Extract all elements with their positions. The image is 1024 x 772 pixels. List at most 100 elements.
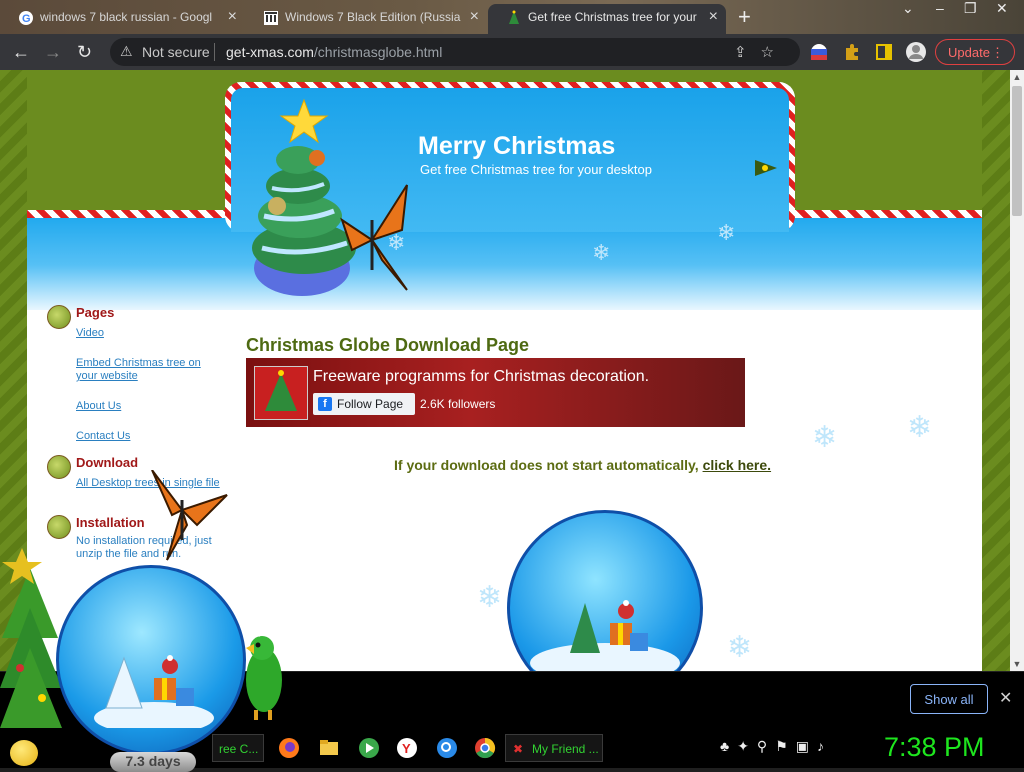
flag-pin-icon xyxy=(755,160,777,176)
profile-flag-icon[interactable] xyxy=(810,43,828,61)
close-window-icon[interactable]: ✕ xyxy=(996,0,1008,17)
restore-icon[interactable]: ❐ xyxy=(964,0,977,17)
follow-page-button[interactable]: f Follow Page xyxy=(313,393,415,415)
share-icon[interactable]: ⇪ xyxy=(734,44,761,61)
banner-subtitle: Get free Christmas tree for your desktop xyxy=(420,162,652,177)
museum-icon xyxy=(264,11,278,25)
sidebar-title-installation: Installation xyxy=(76,515,145,530)
task-label: My Friend ... xyxy=(532,742,599,756)
menu-dots-icon[interactable]: ⋮ xyxy=(991,40,1004,66)
show-all-button[interactable]: Show all xyxy=(910,684,988,714)
new-tab-button[interactable]: + xyxy=(738,4,751,30)
extensions-puzzle-icon[interactable] xyxy=(843,43,861,61)
butterfly-icon xyxy=(340,184,408,291)
click-here-link[interactable]: click here. xyxy=(703,457,772,473)
minimize-icon[interactable]: – xyxy=(936,0,944,16)
tray-flag-icon[interactable]: ⚑ xyxy=(775,738,796,754)
days-counter: 7.3 days xyxy=(110,752,196,772)
tab-title: Get free Christmas tree for your xyxy=(528,10,697,24)
christmas-globe-image xyxy=(507,510,703,671)
taskbar-task-tree[interactable]: ree C... xyxy=(212,734,264,762)
desktop-globe-gadget[interactable] xyxy=(56,565,246,755)
yandex-browser-icon[interactable]: Y xyxy=(396,737,418,759)
download-message: If your download does not start automati… xyxy=(394,457,771,473)
followers-count: 2.6K followers xyxy=(420,397,496,411)
tab-google-search[interactable]: G windows 7 black russian - Googl × xyxy=(0,4,245,34)
taskbar-clock[interactable]: 7:38 PM xyxy=(884,732,985,763)
tray-search-icon[interactable]: ⚲ xyxy=(757,738,775,754)
page-scrollbar[interactable]: ▲ ▼ xyxy=(1010,70,1024,671)
facebook-page-thumbnail[interactable] xyxy=(254,366,308,420)
snowflake-icon: ❄ xyxy=(477,581,503,614)
firefox-icon[interactable] xyxy=(278,737,300,759)
sidebar-link-embed[interactable]: Embed Christmas tree on your website xyxy=(76,357,221,383)
account-avatar-icon[interactable] xyxy=(905,41,927,63)
volume-icon[interactable]: ♪ xyxy=(817,738,832,754)
omnibox-actions: ⇪☆ xyxy=(734,43,788,61)
browser-toolbar: ← → ↻ ⚠ Not secure get-xmas.com/christma… xyxy=(0,34,1024,70)
warning-icon[interactable]: ⚠ xyxy=(120,43,133,60)
follow-page-label: Follow Page xyxy=(337,397,404,411)
scroll-thumb[interactable] xyxy=(1012,86,1022,216)
forward-icon[interactable]: → xyxy=(44,42,62,63)
divider xyxy=(214,43,215,61)
update-button[interactable]: Update ⋮ xyxy=(935,39,1015,65)
download-message-text: If your download does not start automati… xyxy=(394,457,699,473)
snowflake-icon: ❄ xyxy=(592,240,611,265)
system-tray: ♣✦⚲⚑▣♪ xyxy=(720,738,832,755)
side-panel-icon[interactable] xyxy=(875,43,893,61)
sidebar-link-contact[interactable]: Contact Us xyxy=(76,430,221,443)
google-icon: G xyxy=(19,11,33,25)
scroll-down-icon[interactable]: ▼ xyxy=(1010,657,1024,671)
file-explorer-icon[interactable] xyxy=(318,737,340,759)
snowflake-icon: ❄ xyxy=(812,421,838,454)
ornament-icon xyxy=(47,515,71,539)
parrot-gadget[interactable] xyxy=(240,630,286,720)
page-heading: Christmas Globe Download Page xyxy=(246,335,530,355)
facebook-page-title[interactable]: Freeware programms for Christmas decorat… xyxy=(313,368,649,386)
close-tab-icon[interactable]: × xyxy=(470,4,479,30)
desktop-tree-gadget[interactable] xyxy=(0,548,62,748)
ornament-icon xyxy=(47,455,71,479)
sidebar-title-download: Download xyxy=(76,455,139,470)
banner-title: Merry Christmas xyxy=(418,132,616,160)
gift-scene-icon xyxy=(570,600,648,653)
bookmark-star-icon[interactable]: ☆ xyxy=(761,44,788,61)
taskbar-task-my-friend[interactable]: ✖ My Friend ... xyxy=(505,734,603,762)
tab-christmas-tree[interactable]: Get free Christmas tree for your × xyxy=(488,4,726,34)
media-player-icon[interactable] xyxy=(358,737,380,759)
smiley-icon xyxy=(10,740,38,766)
butterfly-icon xyxy=(151,470,228,561)
ornament-icon xyxy=(47,305,71,329)
facebook-page-widget[interactable]: Freeware programms for Christmas decorat… xyxy=(246,358,745,427)
sidebar-pages: Pages Video Embed Christmas tree on your… xyxy=(47,305,237,465)
url-domain: get-xmas.com xyxy=(226,44,314,60)
svg-text:G: G xyxy=(22,13,31,25)
sidebar-link-about[interactable]: About Us xyxy=(76,400,221,413)
sidebar-link-video[interactable]: Video xyxy=(76,327,221,340)
security-label[interactable]: Not secure xyxy=(142,44,210,60)
chrome-icon[interactable] xyxy=(474,737,496,759)
tray-app-icon[interactable]: ♣ xyxy=(720,738,737,754)
network-icon[interactable]: ▣ xyxy=(796,738,817,754)
tree-thumbnail-icon xyxy=(255,367,307,419)
url-path: /christmasglobe.html xyxy=(313,44,443,60)
tray-green-icon[interactable]: ✦ xyxy=(737,738,757,754)
tree-favicon xyxy=(509,10,519,24)
address-bar[interactable]: ⚠ Not secure get-xmas.com/christmasglobe… xyxy=(110,38,800,66)
search-app-icon[interactable] xyxy=(436,737,458,759)
close-download-bar-icon[interactable]: ✕ xyxy=(999,688,1012,708)
scroll-up-icon[interactable]: ▲ xyxy=(1010,70,1024,84)
facebook-icon: f xyxy=(318,397,332,411)
snowflake-icon: ❄ xyxy=(727,631,753,664)
tab-search-icon[interactable]: ⌄ xyxy=(902,0,914,17)
close-tab-icon[interactable]: × xyxy=(709,4,718,30)
close-tab-icon[interactable]: × xyxy=(228,4,237,30)
url-text[interactable]: get-xmas.com/christmasglobe.html xyxy=(226,44,442,60)
tab-windows-black-edition[interactable]: Windows 7 Black Edition (Russia × xyxy=(245,4,487,34)
back-icon[interactable]: ← xyxy=(12,42,30,63)
my-friend-app-icon: ✖ xyxy=(513,742,524,756)
svg-text:Y: Y xyxy=(402,741,411,756)
reload-icon[interactable]: ↻ xyxy=(77,42,92,63)
tab-strip: G windows 7 black russian - Googl × Wind… xyxy=(0,0,1024,34)
